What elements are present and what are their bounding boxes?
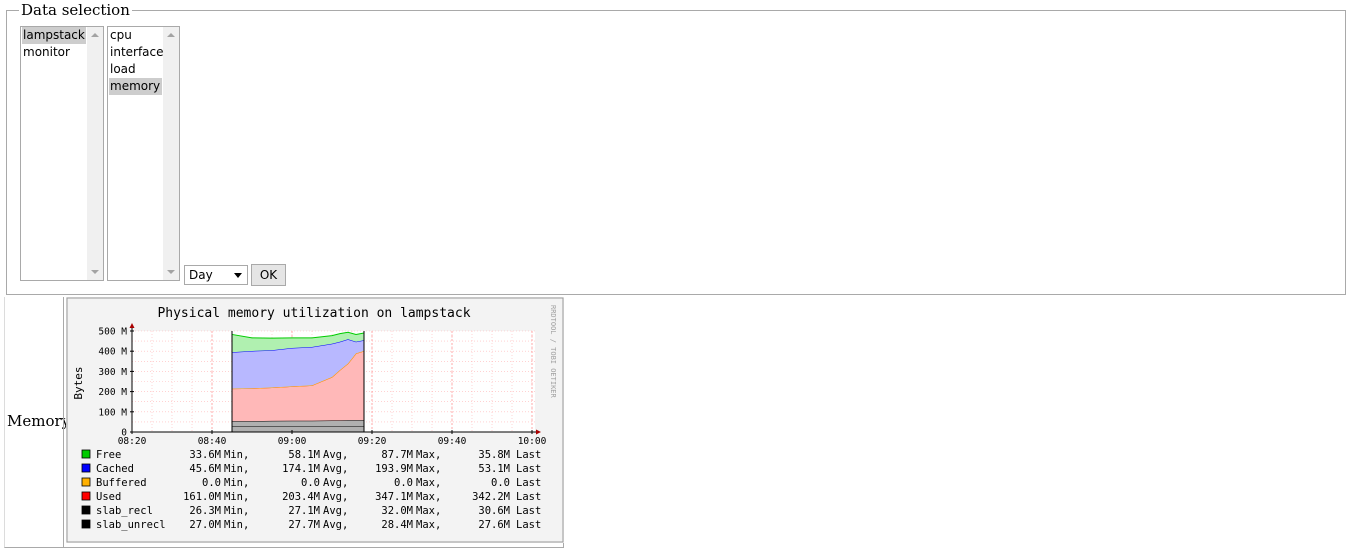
legend-swatch-slab_unrecl	[81, 519, 91, 529]
y-tick-label: 300 M	[98, 367, 127, 378]
legend-last-word: Last	[516, 449, 541, 461]
area-slab_unrecl	[232, 426, 364, 432]
y-tick-label: 100 M	[98, 407, 127, 418]
legend-max-word: Max,	[416, 449, 441, 461]
period-select-value: Day	[189, 268, 213, 282]
host-option-monitor[interactable]: monitor	[22, 44, 86, 61]
legend-max-value: 347.1M	[375, 491, 413, 503]
legend-avg-value: 27.1M	[288, 505, 320, 517]
legend-min-word: Min,	[224, 505, 249, 517]
legend-max-word: Max,	[416, 463, 441, 475]
legend-last-value: 342.2M	[472, 491, 510, 503]
legend-avg-value: 0.0	[301, 477, 320, 489]
x-tick-label: 09:00	[278, 436, 307, 447]
legend-last-word: Last	[516, 505, 541, 517]
rrdtool-watermark: RRDTOOL / TOBI OETIKER	[549, 305, 557, 399]
legend-last-value: 35.8M	[478, 449, 510, 461]
legend-last-value: 0.0	[491, 477, 510, 489]
legend-max-word: Max,	[416, 491, 441, 503]
chevron-down-icon	[234, 273, 242, 278]
legend-min-value: 27.0M	[189, 519, 221, 531]
ok-button[interactable]: OK	[251, 264, 286, 286]
x-tick-label: 09:20	[358, 436, 387, 447]
host-listbox-scrollbar[interactable]	[87, 27, 103, 280]
data-selection-fieldset: Data selection lampstack monitor cpu inter…	[6, 1, 1346, 295]
legend-max-value: 87.7M	[381, 449, 413, 461]
legend-last-word: Last	[516, 491, 541, 503]
x-tick-label: 08:40	[198, 436, 227, 447]
scroll-down-icon[interactable]	[167, 270, 175, 274]
legend-min-value: 33.6M	[189, 449, 221, 461]
legend-last-value: 53.1M	[478, 463, 510, 475]
host-listbox[interactable]: lampstack monitor	[20, 26, 104, 281]
legend-max-word: Max,	[416, 477, 441, 489]
legend-avg-value: 174.1M	[282, 463, 320, 475]
scroll-up-icon[interactable]	[91, 33, 99, 37]
legend-name: Cached	[96, 463, 134, 475]
legend-swatch-Buffered	[81, 477, 91, 487]
memory-graph-image: Physical memory utilization on lampstack…	[66, 297, 564, 543]
legend-min-value: 161.0M	[183, 491, 221, 503]
plugin-listbox[interactable]: cpu interface load memory	[107, 26, 180, 281]
x-tick-label: 10:00	[518, 436, 547, 447]
plugin-option-cpu[interactable]: cpu	[109, 27, 162, 44]
legend-swatch-slab_recl	[81, 505, 91, 515]
y-axis-label: Bytes	[72, 366, 85, 399]
y-tick-label: 500 M	[98, 327, 127, 338]
y-tick-label: 200 M	[98, 387, 127, 398]
legend-last-word: Last	[516, 477, 541, 489]
legend-name: Buffered	[96, 477, 147, 489]
legend-min-word: Min,	[224, 491, 249, 503]
cell-divider	[63, 297, 64, 547]
legend-name: Free	[96, 449, 121, 461]
legend-name: Used	[96, 491, 121, 503]
legend-max-value: 32.0M	[381, 505, 413, 517]
legend-last-value: 30.6M	[478, 505, 510, 517]
legend-min-word: Min,	[224, 477, 249, 489]
graph-table: Memory Physical memory utilization on la…	[4, 297, 564, 548]
plugin-option-load[interactable]: load	[109, 61, 162, 78]
legend-max-value: 193.9M	[375, 463, 413, 475]
plugin-listbox-scrollbar[interactable]	[163, 27, 179, 280]
legend-avg-value: 203.4M	[282, 491, 320, 503]
y-tick-label: 400 M	[98, 347, 127, 358]
legend-avg-value: 27.7M	[288, 519, 320, 531]
legend-min-value: 0.0	[202, 477, 221, 489]
legend-last-value: 27.6M	[478, 519, 510, 531]
legend-min-word: Min,	[224, 519, 249, 531]
scroll-up-icon[interactable]	[167, 33, 175, 37]
legend-avg-word: Avg,	[323, 477, 348, 489]
legend-max-word: Max,	[416, 519, 441, 531]
legend-min-value: 26.3M	[189, 505, 221, 517]
legend-avg-word: Avg,	[323, 491, 348, 503]
legend-swatch-Free	[81, 449, 91, 459]
x-tick-label: 09:40	[438, 436, 467, 447]
data-selection-legend: Data selection	[19, 1, 132, 19]
legend-max-word: Max,	[416, 505, 441, 517]
x-tick-label: 08:20	[118, 436, 147, 447]
legend-last-word: Last	[516, 463, 541, 475]
legend-min-word: Min,	[224, 449, 249, 461]
chart-title: Physical memory utilization on lampstack	[157, 306, 470, 321]
legend-last-word: Last	[516, 519, 541, 531]
legend-avg-word: Avg,	[323, 505, 348, 517]
legend-swatch-Used	[81, 491, 91, 501]
scroll-down-icon[interactable]	[91, 270, 99, 274]
legend-avg-word: Avg,	[323, 449, 348, 461]
legend-name: slab_recl	[96, 505, 153, 517]
legend-name: slab_unrecl	[96, 519, 166, 531]
legend-avg-value: 58.1M	[288, 449, 320, 461]
legend-min-word: Min,	[224, 463, 249, 475]
legend-max-value: 0.0	[394, 477, 413, 489]
period-select[interactable]: Day	[184, 265, 248, 285]
legend-avg-word: Avg,	[323, 463, 348, 475]
host-option-lampstack[interactable]: lampstack	[22, 27, 86, 44]
plugin-option-memory[interactable]: memory	[109, 78, 162, 95]
legend-avg-word: Avg,	[323, 519, 348, 531]
graph-row-label: Memory	[7, 412, 71, 430]
legend-swatch-Cached	[81, 463, 91, 473]
legend-min-value: 45.6M	[189, 463, 221, 475]
legend-max-value: 28.4M	[381, 519, 413, 531]
plugin-option-interface[interactable]: interface	[109, 44, 164, 61]
